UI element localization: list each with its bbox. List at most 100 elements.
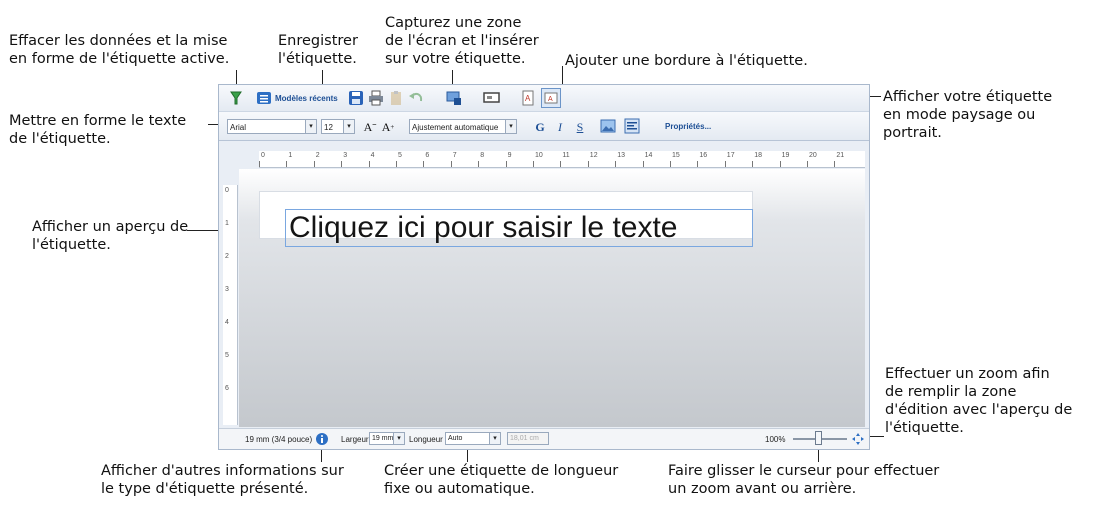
font-size-select[interactable]: 12 ▾ bbox=[321, 119, 355, 134]
ruler-tick bbox=[423, 161, 425, 167]
svg-text:A: A bbox=[525, 94, 531, 103]
chevron-down-icon: ▾ bbox=[393, 433, 404, 444]
ruler-tick-label: 6 bbox=[225, 385, 229, 392]
ruler-tick bbox=[642, 161, 644, 167]
font-value: Arial bbox=[230, 123, 247, 132]
zoom-level: 100% bbox=[765, 435, 786, 444]
callout-border: Ajouter une bordure à l'étiquette. bbox=[565, 53, 808, 69]
chevron-down-icon: ▾ bbox=[305, 120, 316, 133]
ruler-tick bbox=[313, 161, 315, 167]
recent-templates-icon[interactable] bbox=[255, 89, 273, 107]
callout-preview: Afficher un aperçu de l'étiquette. bbox=[32, 219, 189, 253]
landscape-icon[interactable]: A bbox=[519, 89, 537, 107]
ruler-tick bbox=[259, 161, 260, 167]
screen-capture-icon[interactable] bbox=[445, 89, 463, 107]
ruler-tick-label: 18 bbox=[754, 152, 762, 159]
ruler-tick-label: 2 bbox=[225, 253, 229, 260]
callout-slider: Faire glisser le curseur pour effectuer … bbox=[668, 463, 940, 497]
zoom-slider-thumb[interactable] bbox=[815, 431, 822, 445]
ruler-tick bbox=[587, 161, 589, 167]
ruler-tick-label: 17 bbox=[726, 152, 735, 159]
vertical-ruler: 0 1 2 3 4 5 6 bbox=[223, 185, 238, 425]
ruler-tick-label: 1 bbox=[225, 220, 229, 227]
clear-label-icon[interactable] bbox=[227, 89, 245, 107]
width-value: 19 mm bbox=[372, 435, 394, 442]
ruler-tick bbox=[615, 161, 617, 167]
callout-orientation: Afficher votre étiquette en mode paysage… bbox=[883, 89, 1053, 141]
ruler-tick-label: 1 bbox=[288, 152, 293, 159]
ruler-tick-label: 3 bbox=[343, 152, 348, 159]
ruler-tick bbox=[478, 161, 480, 167]
callout-save: Enregistrer l'étiquette. bbox=[278, 33, 358, 67]
fit-select[interactable]: Ajustement automatique ▾ bbox=[409, 119, 517, 134]
zoom-fit-icon[interactable] bbox=[849, 430, 867, 448]
callout-format-text: Mettre en forme le texte de l'étiquette. bbox=[9, 113, 187, 147]
fit-value: Ajustement automatique bbox=[412, 123, 499, 132]
format-toolbar: Arial ▾ 12 ▾ Aˉ A + Ajustement automatiqu… bbox=[219, 112, 869, 141]
callout-capture: Capturez une zone de l'écran et l'insére… bbox=[385, 15, 539, 67]
ruler-tick-label: 0 bbox=[261, 152, 265, 159]
callout-info: Afficher d'autres informations sur le ty… bbox=[101, 463, 344, 497]
ruler-tick bbox=[368, 161, 370, 167]
properties-link[interactable]: Propriétés... bbox=[665, 122, 711, 131]
ruler-tick bbox=[724, 161, 726, 167]
undo-icon[interactable] bbox=[407, 89, 425, 107]
chevron-down-icon: ▾ bbox=[343, 120, 354, 133]
tape-size-label: 19 mm (3/4 pouce) bbox=[245, 435, 313, 444]
ruler-tick-label: 12 bbox=[589, 152, 598, 159]
ruler-tick-label: 4 bbox=[370, 152, 375, 159]
width-select[interactable]: 19 mm ▾ bbox=[369, 432, 405, 445]
chevron-down-icon: ▾ bbox=[489, 433, 500, 444]
ruler-tick-label: 21 bbox=[836, 152, 845, 159]
portrait-icon[interactable]: A bbox=[541, 88, 561, 108]
ruler-tick bbox=[450, 161, 452, 167]
ruler-tick-label: 4 bbox=[225, 319, 229, 326]
decrease-font-icon[interactable]: Aˉ bbox=[361, 118, 379, 136]
ruler-tick-label: 13 bbox=[617, 152, 625, 159]
increase-font-icon[interactable]: A + bbox=[379, 118, 397, 136]
ruler-tick bbox=[834, 161, 836, 167]
ruler-tick-label: 5 bbox=[225, 352, 229, 359]
label-text-box[interactable]: Cliquez ici pour saisir le texte bbox=[285, 209, 753, 247]
ruler-tick-label: 6 bbox=[425, 152, 430, 159]
ruler-tick bbox=[341, 161, 343, 167]
callout-clear: Effacer les données et la mise en forme … bbox=[9, 33, 230, 67]
ruler-tick bbox=[697, 161, 699, 167]
ruler-tick bbox=[807, 161, 808, 167]
insert-image-icon[interactable] bbox=[599, 117, 617, 135]
paste-icon[interactable] bbox=[387, 89, 405, 107]
ruler-tick-label: 0 bbox=[225, 187, 229, 194]
length-cm-spinner[interactable]: 18,01 cm bbox=[507, 432, 549, 445]
save-icon[interactable] bbox=[347, 89, 365, 107]
italic-button[interactable]: I bbox=[551, 118, 569, 136]
length-select[interactable]: Auto ▾ bbox=[445, 432, 501, 445]
status-bar: 19 mm (3/4 pouce) Largeur 19 mm ▾ Longue… bbox=[219, 428, 869, 449]
info-icon[interactable] bbox=[313, 430, 331, 448]
horizontal-ruler: 0 1 2 3 4 5 6 7 8 9 10 11 12 13 14 15 16 17 18 19 20 21 bbox=[259, 151, 865, 168]
underline-button[interactable]: S bbox=[571, 118, 589, 136]
ruler-tick-label: 10 bbox=[535, 152, 543, 159]
label-editor-window: Modèles récents A A Arial ▾ 12 ▾ Aˉ A + … bbox=[218, 84, 870, 450]
ruler-tick-label: 14 bbox=[644, 152, 653, 159]
ruler-tick-label: 8 bbox=[480, 152, 485, 159]
ruler-tick-label: 20 bbox=[809, 152, 817, 159]
ruler-tick-label: 15 bbox=[672, 152, 680, 159]
recent-templates-label[interactable]: Modèles récents bbox=[275, 94, 338, 103]
font-size-value: 12 bbox=[324, 123, 333, 132]
main-toolbar: Modèles récents A A bbox=[219, 85, 869, 112]
font-select[interactable]: Arial ▾ bbox=[227, 119, 317, 134]
ruler-tick-label: 7 bbox=[452, 152, 457, 159]
editing-area[interactable] bbox=[239, 169, 865, 427]
ruler-tick bbox=[533, 161, 534, 167]
chevron-down-icon: ▾ bbox=[505, 120, 516, 133]
svg-text:A: A bbox=[548, 96, 553, 103]
print-icon[interactable] bbox=[367, 89, 385, 107]
ruler-tick-label: 2 bbox=[315, 152, 320, 159]
ruler-tick bbox=[752, 161, 754, 167]
border-icon[interactable] bbox=[483, 89, 501, 107]
ruler-tick-label: 11 bbox=[562, 152, 570, 159]
align-icon[interactable] bbox=[623, 117, 641, 135]
ruler-tick bbox=[286, 161, 288, 167]
callout-zoom-fit: Effectuer un zoom afin de remplir la zon… bbox=[885, 366, 1073, 436]
bold-button[interactable]: G bbox=[531, 118, 549, 136]
